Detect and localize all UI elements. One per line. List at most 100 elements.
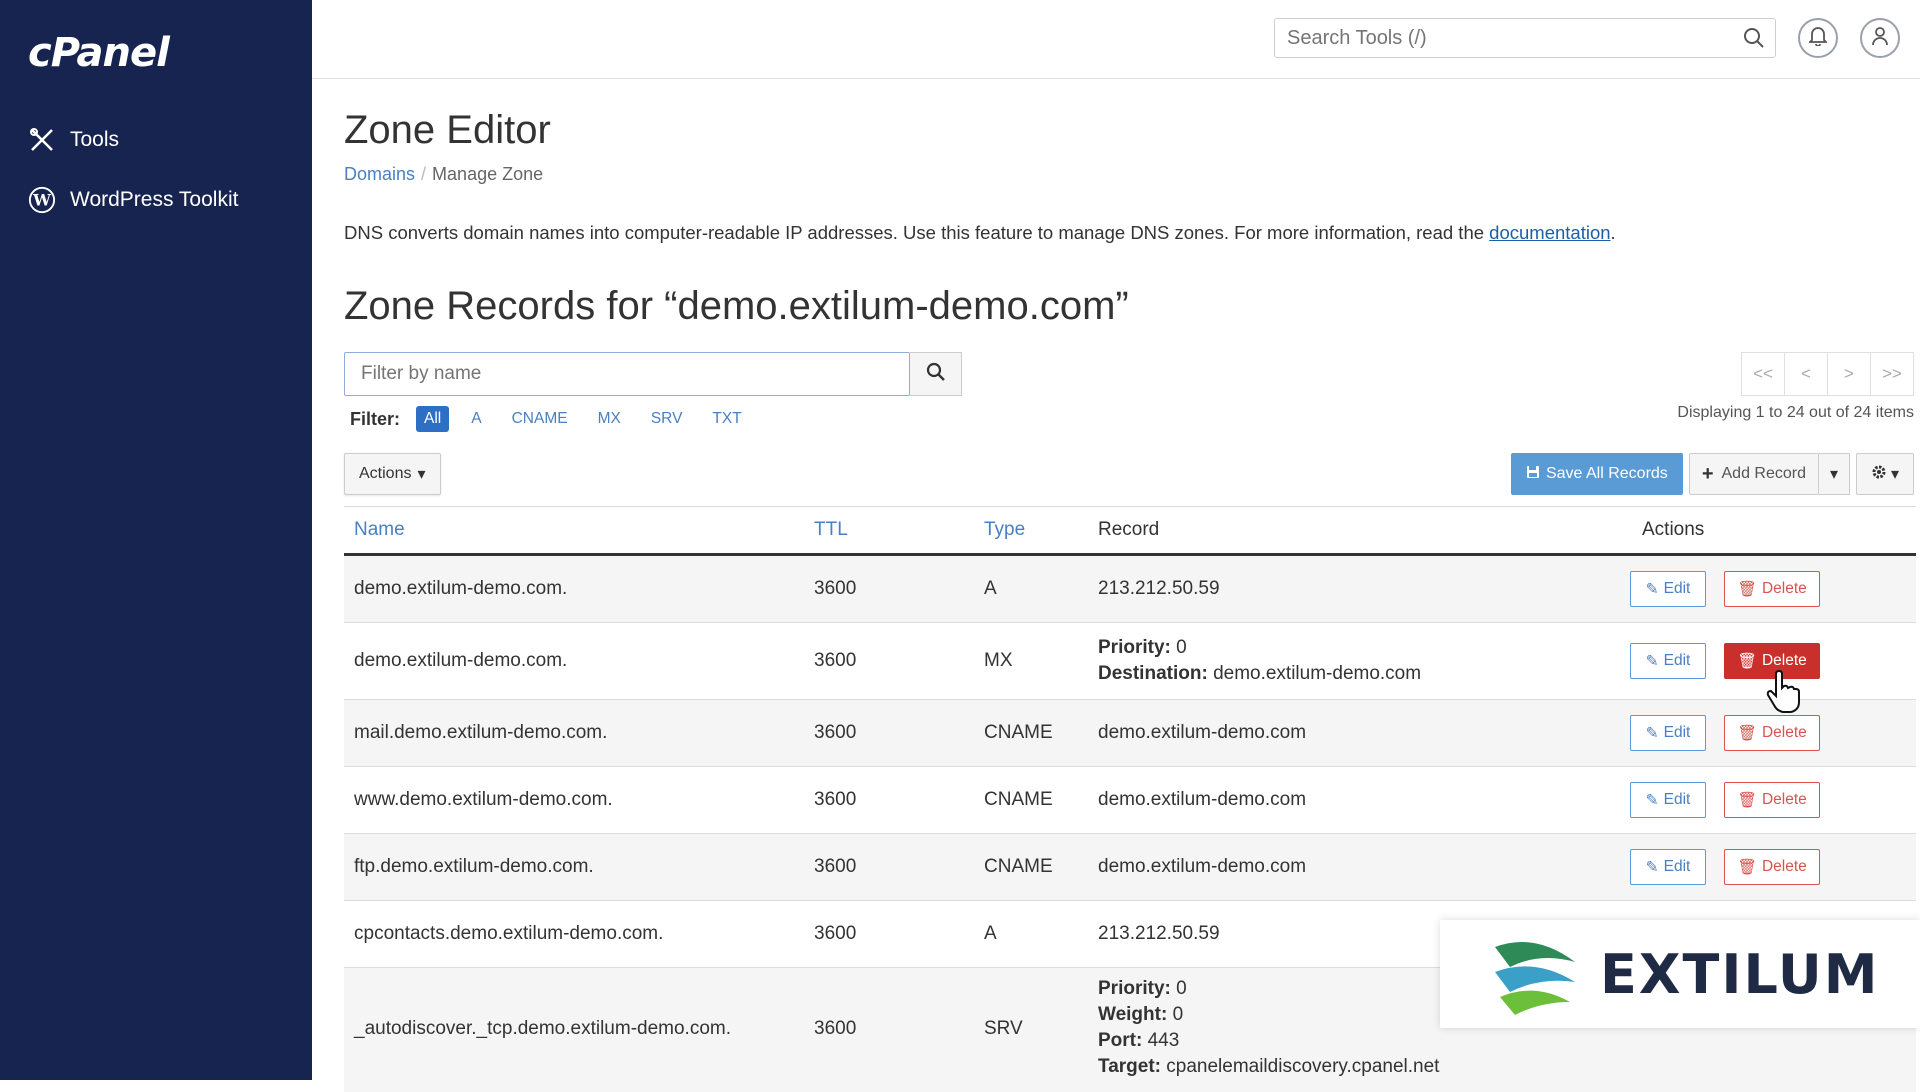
pencil-icon: ✎ — [1645, 858, 1659, 876]
breadcrumb: Domains / Manage Zone — [344, 164, 543, 185]
pencil-icon: ✎ — [1645, 652, 1659, 670]
breadcrumb-separator: / — [421, 164, 427, 184]
edit-button[interactable]: ✎ Edit — [1630, 643, 1706, 679]
filter-chip-all[interactable]: All — [416, 406, 450, 432]
edit-button[interactable]: ✎ Edit — [1630, 715, 1706, 751]
user-menu-button[interactable] — [1860, 18, 1900, 58]
record-name: ftp.demo.extilum-demo.com. — [354, 856, 594, 877]
delete-label: Delete — [1761, 858, 1807, 875]
filter-box — [344, 352, 910, 396]
row-actions: ✎ Edit 🗑 Delete — [1630, 782, 1820, 818]
trash-icon: 🗑 — [1737, 652, 1757, 670]
actions-dropdown-button[interactable]: Actions ▾ — [344, 453, 441, 495]
add-record-button[interactable]: + Add Record — [1688, 453, 1819, 495]
edit-label: Edit — [1663, 858, 1691, 875]
notifications-button[interactable] — [1798, 18, 1838, 58]
column-header-ttl[interactable]: TTL — [814, 519, 848, 541]
table-row: mail.demo.extilum-demo.com. 3600 CNAME d… — [344, 700, 1916, 767]
bell-icon — [1807, 26, 1829, 51]
edit-label: Edit — [1663, 580, 1691, 597]
table-row: ftp.demo.extilum-demo.com. 3600 CNAME de… — [344, 834, 1916, 901]
delete-button[interactable]: 🗑 Delete — [1724, 849, 1820, 885]
display-count: Displaying 1 to 24 out of 24 items — [1677, 404, 1914, 421]
trash-icon: 🗑 — [1737, 580, 1757, 598]
user-icon — [1871, 26, 1889, 51]
record-ttl: 3600 — [814, 650, 857, 671]
filter-by-name-input[interactable] — [359, 353, 903, 395]
weight-label: Weight: — [1098, 1004, 1168, 1025]
edit-button[interactable]: ✎ Edit — [1630, 849, 1706, 885]
pencil-icon: ✎ — [1645, 724, 1659, 742]
breadcrumb-current: Manage Zone — [432, 164, 544, 184]
target-value: cpanelemaildiscovery.cpanel.net — [1166, 1056, 1440, 1077]
extilum-logo-icon — [1490, 927, 1580, 1022]
filter-chip-cname[interactable]: CNAME — [504, 406, 576, 432]
trash-icon: 🗑 — [1737, 858, 1757, 876]
weight-value: 0 — [1172, 1004, 1184, 1025]
search-icon[interactable] — [1743, 27, 1765, 54]
last-page-button[interactable]: >> — [1870, 352, 1914, 396]
record-value: 213.212.50.59 — [1098, 923, 1220, 944]
destination-label: Destination: — [1098, 663, 1208, 684]
add-record-dropdown-button[interactable]: ▾ — [1819, 453, 1850, 495]
column-header-type[interactable]: Type — [984, 519, 1025, 541]
record-type: CNAME — [984, 722, 1053, 743]
edit-label: Edit — [1663, 652, 1691, 669]
record-type: CNAME — [984, 856, 1053, 877]
record-name: cpcontacts.demo.extilum-demo.com. — [354, 923, 664, 944]
port-value: 443 — [1147, 1030, 1180, 1051]
priority-value: 0 — [1176, 637, 1187, 658]
documentation-link[interactable]: documentation — [1489, 222, 1610, 243]
caret-down-icon: ▾ — [1829, 466, 1839, 483]
hand-cursor-icon — [1764, 669, 1804, 719]
priority-value: 0 — [1176, 978, 1187, 999]
filter-search-button[interactable] — [910, 352, 962, 396]
gear-icon — [1871, 464, 1887, 485]
breadcrumb-domains-link[interactable]: Domains — [344, 164, 415, 184]
delete-button[interactable]: 🗑 Delete — [1724, 715, 1820, 751]
delete-label: Delete — [1761, 652, 1807, 669]
first-page-button[interactable]: << — [1741, 352, 1785, 396]
column-header-name[interactable]: Name — [354, 519, 405, 541]
sidebar-item-tools[interactable]: Tools — [28, 126, 119, 154]
filter-chip-mx[interactable]: MX — [590, 406, 629, 432]
filter-chip-txt[interactable]: TXT — [704, 406, 749, 432]
pencil-icon: ✎ — [1645, 791, 1659, 809]
record-ttl: 3600 — [814, 722, 857, 743]
filter-chip-srv[interactable]: SRV — [643, 406, 691, 432]
record-name: _autodiscover._tcp.demo.extilum-demo.com… — [354, 1018, 732, 1039]
extilum-logo-text: EXTILUM — [1600, 942, 1880, 1006]
table-header: Name TTL Type Record Actions — [344, 506, 1916, 556]
filter-chip-a[interactable]: A — [463, 406, 489, 432]
save-all-records-button[interactable]: Save All Records — [1510, 453, 1683, 495]
sidebar-item-label: WordPress Toolkit — [70, 188, 239, 211]
record-type: A — [984, 923, 997, 944]
delete-button[interactable]: 🗑 Delete — [1724, 571, 1820, 607]
sidebar-item-wordpress-toolkit[interactable]: W WordPress Toolkit — [28, 186, 238, 214]
delete-button[interactable]: 🗑 Delete — [1724, 782, 1820, 818]
prev-page-button[interactable]: < — [1784, 352, 1828, 396]
edit-label: Edit — [1663, 791, 1691, 808]
settings-dropdown-button[interactable]: ▾ — [1856, 453, 1914, 495]
trash-icon: 🗑 — [1737, 724, 1757, 742]
svg-text:W: W — [32, 191, 51, 210]
record-name: www.demo.extilum-demo.com. — [354, 789, 613, 810]
record-name: demo.extilum-demo.com. — [354, 578, 568, 599]
edit-button[interactable]: ✎ Edit — [1630, 782, 1706, 818]
record-ttl: 3600 — [814, 856, 857, 877]
destination-value: demo.extilum-demo.com — [1213, 663, 1422, 684]
row-actions: ✎ Edit 🗑 Delete — [1630, 849, 1820, 885]
delete-label: Delete — [1761, 791, 1807, 808]
sidebar: cPanel Tools W WordPress Toolkit — [0, 0, 312, 1080]
cpanel-logo[interactable]: cPanel — [28, 30, 170, 76]
edit-button[interactable]: ✎ Edit — [1630, 571, 1706, 607]
record-value: demo.extilum-demo.com — [1098, 856, 1307, 877]
search-tools-input[interactable] — [1285, 19, 1729, 57]
record-type: CNAME — [984, 789, 1053, 810]
column-header-actions: Actions — [1642, 519, 1705, 540]
record-value: demo.extilum-demo.com — [1098, 722, 1307, 743]
next-page-button[interactable]: > — [1827, 352, 1871, 396]
column-header-record: Record — [1098, 519, 1160, 540]
page-title: Zone Editor — [344, 108, 551, 152]
save-all-label: Save All Records — [1545, 465, 1668, 482]
